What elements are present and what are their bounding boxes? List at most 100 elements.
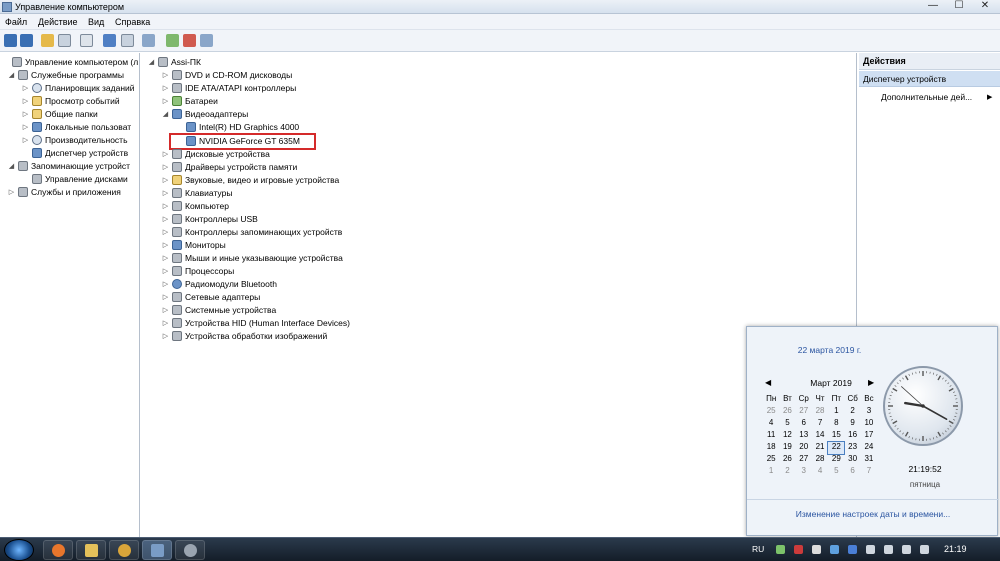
calendar-day[interactable]: 19 [779, 442, 795, 454]
menu-action[interactable]: Действие [38, 17, 78, 27]
device-category[interactable]: ▷ Звуковые, видео и игровые устройства [162, 173, 339, 186]
calendar-day[interactable]: 4 [763, 418, 779, 430]
calendar-day[interactable]: 25 [763, 406, 779, 418]
tray-app3-icon[interactable] [830, 545, 839, 554]
taskbar-app[interactable] [175, 540, 205, 560]
arrow-right-icon[interactable]: ▶ [987, 93, 992, 101]
calendar-day[interactable]: 7 [812, 418, 828, 430]
expander-icon[interactable]: ▷ [162, 84, 169, 92]
calendar-day[interactable]: 22 [827, 441, 846, 455]
calendar-day[interactable]: 24 [861, 442, 877, 454]
calendar-day[interactable]: 31 [861, 454, 877, 466]
device-category[interactable]: ▷ Компьютер [162, 199, 229, 212]
forward-arrow-icon[interactable] [20, 34, 33, 47]
tree-item-event-viewer[interactable]: ▷ Просмотр событий [22, 94, 120, 107]
calendar-day[interactable]: 13 [796, 430, 812, 442]
tree-item-task-scheduler[interactable]: ▷ Планировщик заданий [22, 81, 135, 94]
calendar-day[interactable]: 2 [844, 406, 860, 418]
help-icon[interactable] [103, 34, 116, 47]
device-category[interactable]: ▷ Радиомодули Bluetooth [162, 277, 277, 290]
tray-security-icon[interactable] [794, 545, 803, 554]
disable-device-icon[interactable] [200, 34, 213, 47]
calendar-day[interactable]: 17 [861, 430, 877, 442]
calendar-day[interactable]: 20 [796, 442, 812, 454]
calendar-day[interactable]: 5 [779, 418, 795, 430]
calendar-day[interactable]: 26 [779, 454, 795, 466]
actions-device-manager[interactable]: Диспетчер устройств [859, 71, 1000, 87]
calendar-day[interactable]: 12 [779, 430, 795, 442]
device-category[interactable]: ▷ Мыши и иные указывающие устройства [162, 251, 343, 264]
calendar-day[interactable]: 28 [812, 406, 828, 418]
tree-item-system-tools[interactable]: ◢ Служебные программы [8, 68, 124, 81]
menu-help[interactable]: Справка [115, 17, 150, 27]
prev-month-icon[interactable]: ◀ [765, 378, 771, 387]
calendar-day[interactable]: 4 [812, 466, 828, 478]
expander-icon[interactable]: ▷ [162, 254, 169, 262]
expander-icon[interactable]: ◢ [8, 71, 15, 79]
menu-view[interactable]: Вид [88, 17, 104, 27]
expander-icon[interactable]: ▷ [162, 267, 169, 275]
tray-power-icon[interactable] [902, 545, 911, 554]
device-item-intel-hd[interactable]: Intel(R) HD Graphics 4000 [176, 120, 299, 133]
tray-app2-icon[interactable] [812, 545, 821, 554]
calendar-day[interactable]: 14 [812, 430, 828, 442]
update-driver-icon[interactable] [166, 34, 179, 47]
device-category[interactable]: ▷ Устройства обработки изображений [162, 329, 327, 342]
calendar-day[interactable]: 1 [763, 466, 779, 478]
device-category[interactable]: ▷ Дисковые устройства [162, 147, 270, 160]
tree-item-local-users[interactable]: ▷ Локальные пользоват [22, 120, 131, 133]
calendar-day[interactable]: 26 [779, 406, 795, 418]
view-icon[interactable] [121, 34, 134, 47]
expander-icon[interactable]: ▷ [162, 241, 169, 249]
calendar-day[interactable]: 6 [796, 418, 812, 430]
tree-item-root[interactable]: Управление компьютером (л [2, 55, 138, 68]
expander-icon[interactable]: ▷ [162, 332, 169, 340]
close-button[interactable]: ✕ [974, 0, 996, 13]
device-category-display-adapters[interactable]: ◢ Видеоадаптеры [162, 107, 248, 120]
uninstall-icon[interactable] [183, 34, 196, 47]
device-category[interactable]: ▷ Батареи [162, 94, 218, 107]
calendar-day[interactable]: 21 [812, 442, 828, 454]
calendar-day[interactable]: 7 [861, 466, 877, 478]
expander-icon[interactable]: ▷ [162, 150, 169, 158]
expander-icon[interactable]: ▷ [162, 280, 169, 288]
calendar-month[interactable]: Март 2019 [791, 378, 871, 388]
expander-icon[interactable]: ▷ [162, 319, 169, 327]
calendar-day[interactable]: 18 [763, 442, 779, 454]
calendar-day[interactable]: 29 [828, 454, 844, 466]
show-hide-tree-icon[interactable] [58, 34, 71, 47]
device-category[interactable]: ▷ Драйверы устройств памяти [162, 160, 297, 173]
device-category[interactable]: ▷ Контроллеры запоминающих устройств [162, 225, 342, 238]
taskbar-computer-management[interactable] [142, 540, 172, 560]
device-category[interactable]: ▷ Процессоры [162, 264, 234, 277]
expander-icon[interactable]: ▷ [162, 306, 169, 314]
calendar-day[interactable]: 15 [828, 430, 844, 442]
device-category[interactable]: ▷ Устройства HID (Human Interface Device… [162, 316, 350, 329]
tray-flag-icon[interactable] [866, 545, 875, 554]
tree-item-disk-management[interactable]: Управление дисками [22, 172, 128, 185]
expander-icon[interactable]: ◢ [148, 58, 155, 66]
device-category[interactable]: ▷ Системные устройства [162, 303, 276, 316]
calendar-day[interactable]: 30 [844, 454, 860, 466]
expander-icon[interactable]: ▷ [22, 136, 29, 144]
date-time-settings-link[interactable]: Изменение настроек даты и времени... [747, 509, 999, 519]
expander-icon[interactable]: ▷ [162, 71, 169, 79]
taskbar-firefox[interactable] [43, 540, 73, 560]
expander-icon[interactable]: ▷ [162, 293, 169, 301]
calendar-day[interactable]: 10 [861, 418, 877, 430]
expander-icon[interactable]: ▷ [162, 228, 169, 236]
taskbar-clock[interactable]: 21:19 [944, 544, 967, 554]
tray-network-icon[interactable] [884, 545, 893, 554]
start-button[interactable] [4, 539, 34, 561]
calendar-day[interactable]: 9 [844, 418, 860, 430]
tray-volume-icon[interactable] [920, 545, 929, 554]
expander-icon[interactable]: ▷ [8, 188, 15, 196]
minimize-button[interactable]: — [922, 0, 944, 13]
calendar-day[interactable]: 3 [861, 406, 877, 418]
calendar-day[interactable]: 23 [844, 442, 860, 454]
device-category[interactable]: ▷ IDE ATA/ATAPI контроллеры [162, 81, 296, 94]
calendar-day[interactable]: 8 [828, 418, 844, 430]
expander-icon[interactable]: ▷ [162, 163, 169, 171]
device-category[interactable]: ▷ DVD и CD-ROM дисководы [162, 68, 292, 81]
device-category[interactable]: ▷ Контроллеры USB [162, 212, 258, 225]
